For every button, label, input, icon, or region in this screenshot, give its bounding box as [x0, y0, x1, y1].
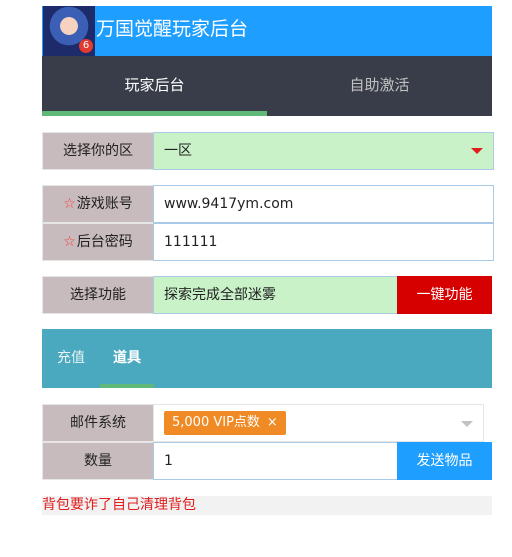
tab-player-backend[interactable]: 玩家后台 — [42, 56, 267, 116]
password-label-text: 后台密码 — [76, 234, 133, 250]
region-select[interactable]: 一区 — [153, 132, 494, 170]
app-header: 6 万国觉醒玩家后台 — [42, 6, 492, 56]
quantity-label: 数量 — [42, 442, 154, 480]
tab-self-activation[interactable]: 自助激活 — [267, 56, 492, 116]
send-items-button[interactable]: 发送物品 — [397, 442, 492, 480]
region-label: 选择你的区 — [42, 132, 154, 170]
function-label: 选择功能 — [42, 276, 154, 314]
tab-recharge[interactable]: 充值 — [57, 329, 85, 388]
account-label: ☆游戏账号 — [42, 185, 154, 223]
top-tab-bar: 玩家后台 自助激活 — [42, 56, 492, 116]
region-value: 一区 — [164, 143, 192, 159]
game-logo: 6 — [43, 6, 95, 56]
account-label-text: 游戏账号 — [76, 196, 133, 212]
logo-badge: 6 — [79, 39, 93, 53]
function-row: 选择功能 探索完成全部迷雾 一键功能 — [42, 276, 492, 314]
dropdown-caret-icon — [461, 421, 473, 427]
account-input[interactable]: www.9417ym.com — [153, 185, 494, 223]
required-star-icon: ☆ — [63, 234, 76, 250]
account-row: ☆游戏账号 www.9417ym.com — [42, 185, 494, 223]
mail-label: 邮件系统 — [42, 404, 154, 442]
function-select[interactable]: 探索完成全部迷雾 — [153, 276, 398, 314]
one-click-function-button[interactable]: 一键功能 — [397, 276, 492, 314]
notice-text: 背包要诈了自己清理背包 — [42, 496, 492, 515]
quantity-input[interactable]: 1 — [153, 442, 398, 480]
required-star-icon: ☆ — [63, 196, 76, 212]
page-title: 万国觉醒玩家后台 — [96, 18, 249, 40]
quantity-row: 数量 1 发送物品 — [42, 442, 492, 480]
mail-item-select[interactable]: 5,000 VIP点数 × — [153, 404, 484, 442]
password-row: ☆后台密码 111111 — [42, 223, 494, 261]
mail-row: 邮件系统 5,000 VIP点数 × — [42, 404, 492, 442]
chip-label: 5,000 VIP点数 — [172, 415, 260, 430]
selected-item-chip: 5,000 VIP点数 × — [164, 411, 286, 435]
region-row: 选择你的区 一区 — [42, 132, 494, 170]
chip-close-icon[interactable]: × — [267, 415, 278, 430]
sub-tab-bar: 充值 道具 — [42, 329, 492, 388]
password-label: ☆后台密码 — [42, 223, 154, 261]
tab-items[interactable]: 道具 — [100, 329, 154, 388]
password-input[interactable]: 111111 — [153, 223, 494, 261]
dropdown-caret-icon — [471, 148, 483, 154]
